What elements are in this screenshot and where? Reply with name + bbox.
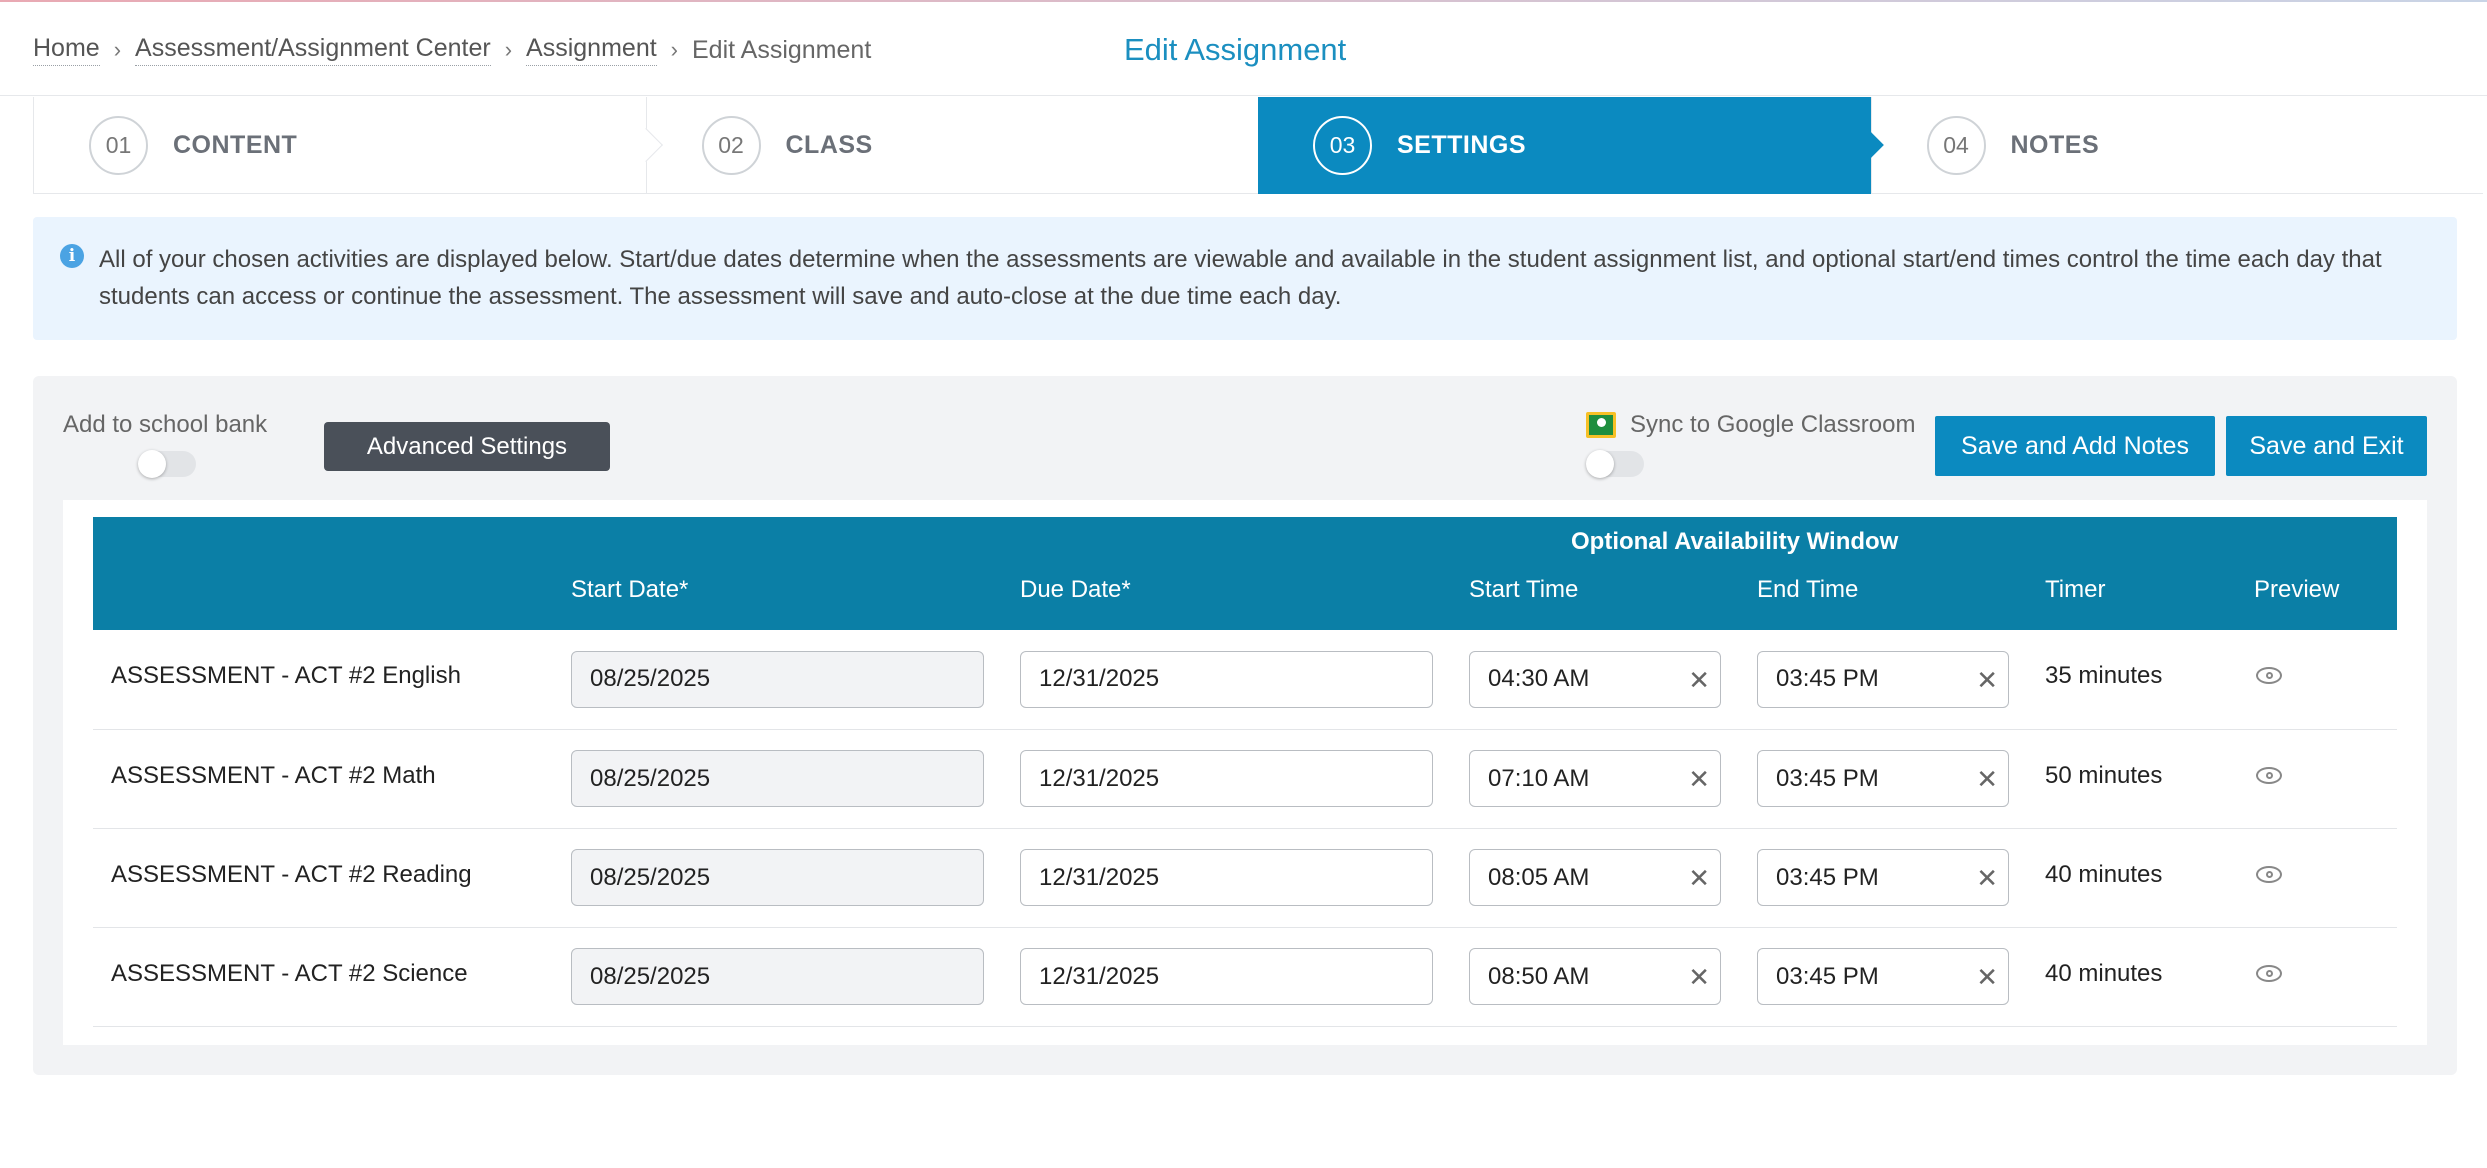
step-label: SETTINGS xyxy=(1397,131,1527,159)
start-date-input[interactable]: 08/25/2025 xyxy=(571,650,984,708)
advanced-settings-button[interactable]: Advanced Settings xyxy=(324,422,610,471)
assessment-name: ASSESSMENT - ACT #2 Math xyxy=(93,729,571,829)
clear-icon[interactable]: ✕ xyxy=(1976,665,1998,696)
school-bank-toggle[interactable] xyxy=(138,450,196,478)
eye-icon[interactable] xyxy=(2256,865,2282,883)
google-classroom-label: Sync to Google Classroom xyxy=(1630,411,1916,438)
toggle-knob xyxy=(1586,450,1614,478)
timer-value: 50 minutes xyxy=(2045,729,2254,829)
start-date-input[interactable]: 08/25/2025 xyxy=(571,849,984,906)
step-class[interactable]: 02 CLASS xyxy=(645,97,1259,194)
step-notes[interactable]: 04 NOTES xyxy=(1870,97,2484,194)
start-date-input[interactable]: 08/25/2025 xyxy=(571,948,984,1005)
save-and-add-notes-button[interactable]: Save and Add Notes xyxy=(1935,416,2215,476)
step-number: 03 xyxy=(1313,116,1372,175)
column-header-start-time: Start Time xyxy=(1469,558,1757,630)
table-container: Optional Availability Window Start Date*… xyxy=(63,500,2427,1045)
table-row: ASSESSMENT - ACT #2 Reading 08/25/2025 1… xyxy=(93,828,2397,928)
assessment-name: ASSESSMENT - ACT #2 Science xyxy=(93,927,571,1027)
eye-icon[interactable] xyxy=(2256,667,2282,685)
clear-icon[interactable]: ✕ xyxy=(1688,962,1710,993)
end-time-input[interactable]: 03:45 PM ✕ xyxy=(1757,750,2009,807)
settings-panel: Add to school bank Advanced Settings Syn… xyxy=(33,376,2457,1075)
due-date-input[interactable]: 12/31/2025 xyxy=(1020,948,1433,1005)
info-banner: i All of your chosen activities are disp… xyxy=(33,217,2457,340)
save-and-exit-button[interactable]: Save and Exit xyxy=(2226,416,2427,476)
step-number: 04 xyxy=(1926,116,1986,175)
eye-icon[interactable] xyxy=(2256,964,2282,982)
header: Home › Assessment/Assignment Center › As… xyxy=(0,2,2487,96)
end-time-value: 03:45 PM xyxy=(1776,863,1879,891)
step-number: 02 xyxy=(701,116,761,175)
end-time-value: 03:45 PM xyxy=(1776,665,1879,693)
school-bank-label: Add to school bank xyxy=(63,411,268,438)
start-time-input[interactable]: 07:10 AM ✕ xyxy=(1469,750,1721,807)
clear-icon[interactable]: ✕ xyxy=(1688,764,1710,795)
start-date-input[interactable]: 08/25/2025 xyxy=(571,750,984,807)
clear-icon[interactable]: ✕ xyxy=(1976,764,1998,795)
clear-icon[interactable]: ✕ xyxy=(1976,962,1998,993)
google-classroom-icon xyxy=(1586,412,1616,438)
assessment-table: Optional Availability Window Start Date*… xyxy=(93,517,2397,1027)
start-time-value: 08:50 AM xyxy=(1488,962,1590,990)
end-time-value: 03:45 PM xyxy=(1776,962,1879,990)
availability-window-header: Optional Availability Window xyxy=(1469,517,2397,558)
start-time-value: 04:30 AM xyxy=(1488,665,1590,693)
step-label: NOTES xyxy=(2010,131,2100,159)
timer-value: 40 minutes xyxy=(2045,927,2254,1027)
timer-value: 40 minutes xyxy=(2045,828,2254,928)
column-header-start-date: Start Date* xyxy=(571,558,1020,630)
step-label: CLASS xyxy=(785,131,873,159)
step-settings[interactable]: 03 SETTINGS xyxy=(1258,97,1884,194)
column-header-preview: Preview xyxy=(2254,558,2397,630)
column-header-due-date: Due Date* xyxy=(1020,558,1469,630)
breadcrumb-home[interactable]: Home xyxy=(33,34,100,66)
start-time-input[interactable]: 04:30 AM ✕ xyxy=(1469,650,1721,708)
due-date-input[interactable]: 12/31/2025 xyxy=(1020,849,1433,906)
breadcrumb-current: Edit Assignment xyxy=(692,35,872,64)
start-time-input[interactable]: 08:05 AM ✕ xyxy=(1469,849,1721,906)
table-row: ASSESSMENT - ACT #2 English 08/25/2025 1… xyxy=(93,630,2397,730)
timer-value: 35 minutes xyxy=(2045,630,2254,730)
breadcrumb-assessment-center[interactable]: Assessment/Assignment Center xyxy=(135,34,491,66)
end-time-input[interactable]: 03:45 PM ✕ xyxy=(1757,650,2009,708)
info-icon: i xyxy=(60,244,84,268)
end-time-input[interactable]: 03:45 PM ✕ xyxy=(1757,849,2009,906)
google-classroom-toggle[interactable] xyxy=(1586,450,1644,478)
chevron-right-icon: › xyxy=(113,37,122,62)
column-header-end-time: End Time xyxy=(1757,558,2045,630)
page-title: Edit Assignment xyxy=(1124,32,1347,67)
chevron-right-icon: › xyxy=(670,37,678,62)
chevron-right-icon: › xyxy=(504,37,513,62)
due-date-input[interactable]: 12/31/2025 xyxy=(1020,650,1433,708)
toggle-knob xyxy=(138,450,166,478)
table-row: ASSESSMENT - ACT #2 Science 08/25/2025 1… xyxy=(93,927,2397,1027)
table-header-row: Start Date* Due Date* Start Time End Tim… xyxy=(93,558,2397,630)
start-time-value: 07:10 AM xyxy=(1488,764,1590,792)
start-time-value: 08:05 AM xyxy=(1488,863,1590,891)
due-date-input[interactable]: 12/31/2025 xyxy=(1020,750,1433,807)
end-time-input[interactable]: 03:45 PM ✕ xyxy=(1757,948,2009,1005)
column-header-name xyxy=(93,558,571,630)
assessment-name: ASSESSMENT - ACT #2 Reading xyxy=(93,828,571,928)
wizard-steps: 01 CONTENT 02 CLASS 03 SETTINGS 04 NOTES xyxy=(33,97,2483,194)
breadcrumb-assignment[interactable]: Assignment xyxy=(526,34,657,66)
clear-icon[interactable]: ✕ xyxy=(1976,863,1998,894)
assessment-name: ASSESSMENT - ACT #2 English xyxy=(93,630,571,730)
column-header-timer: Timer xyxy=(2045,558,2254,630)
step-label: CONTENT xyxy=(173,131,298,159)
step-content[interactable]: 01 CONTENT xyxy=(33,97,663,194)
clear-icon[interactable]: ✕ xyxy=(1688,863,1710,894)
breadcrumb: Home › Assessment/Assignment Center › As… xyxy=(33,34,871,66)
start-time-input[interactable]: 08:50 AM ✕ xyxy=(1469,948,1721,1005)
table-group-header-row: Optional Availability Window xyxy=(93,517,2397,558)
info-text: All of your chosen activities are displa… xyxy=(99,246,2382,310)
eye-icon[interactable] xyxy=(2256,766,2282,784)
step-number: 01 xyxy=(89,116,148,175)
end-time-value: 03:45 PM xyxy=(1776,764,1879,792)
table-row: ASSESSMENT - ACT #2 Math 08/25/2025 12/3… xyxy=(93,729,2397,829)
clear-icon[interactable]: ✕ xyxy=(1688,665,1710,696)
